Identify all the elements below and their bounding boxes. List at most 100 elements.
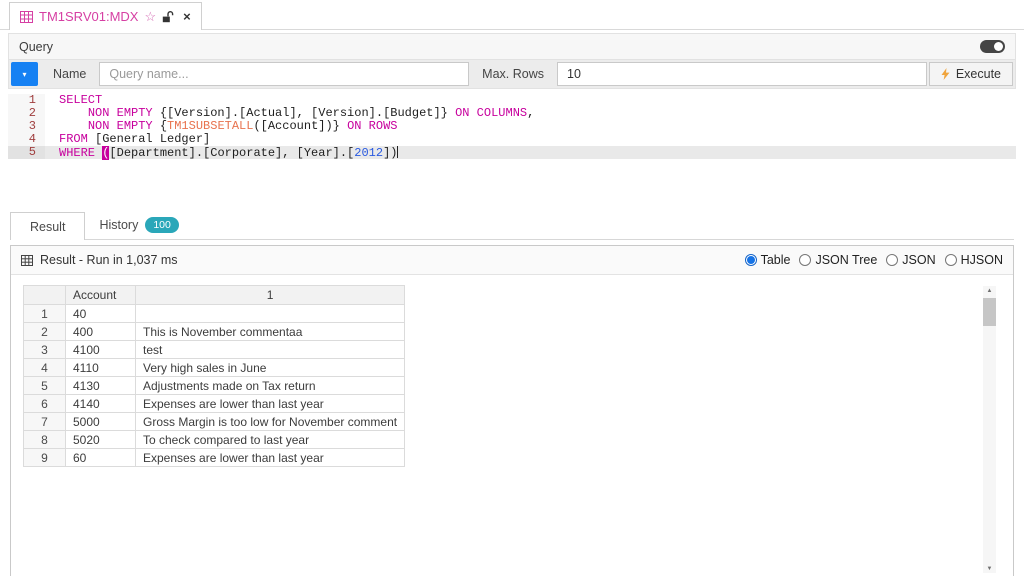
view-option-label: JSON — [902, 253, 935, 267]
row-number-cell: 9 — [24, 449, 66, 467]
code-token: TM1SUBSETALL — [167, 119, 253, 133]
scrollbar-thumb[interactable] — [983, 298, 996, 326]
table-row[interactable]: 960Expenses are lower than last year — [24, 449, 405, 467]
result-tab-bar: Result History 100 — [10, 211, 1014, 240]
close-icon[interactable]: × — [183, 9, 191, 24]
execute-button[interactable]: Execute — [929, 62, 1013, 86]
tab-result[interactable]: Result — [10, 212, 85, 240]
account-cell: 60 — [66, 449, 136, 467]
row-number-cell: 1 — [24, 305, 66, 323]
table-row[interactable]: 2400This is November commentaa — [24, 323, 405, 341]
result-table-head: Account1 — [24, 286, 405, 305]
comment-cell: Expenses are lower than last year — [136, 449, 405, 467]
column-header — [24, 286, 66, 305]
account-cell: 4100 — [66, 341, 136, 359]
query-section-header: Query — [8, 33, 1016, 60]
comment-cell: To check compared to last year — [136, 431, 405, 449]
radio-icon — [799, 254, 811, 266]
account-cell: 5020 — [66, 431, 136, 449]
code-token: ([Account])} — [253, 119, 347, 133]
scroll-down-icon[interactable]: ▼ — [983, 564, 996, 573]
view-option-label: JSON Tree — [815, 253, 877, 267]
view-option-label: Table — [761, 253, 791, 267]
code-token: WHERE — [59, 146, 95, 160]
code-token: ON ROWS — [347, 119, 397, 133]
code-token: {[Version].[Actual], [Version].[Budget]} — [153, 106, 455, 120]
table-row[interactable]: 75000Gross Margin is too low for Novembe… — [24, 413, 405, 431]
line-number: 1 — [8, 94, 45, 107]
comment-cell: Adjustments made on Tax return — [136, 377, 405, 395]
comment-cell: Expenses are lower than last year — [136, 395, 405, 413]
comment-cell: Very high sales in June — [136, 359, 405, 377]
table-row[interactable]: 44110Very high sales in June — [24, 359, 405, 377]
code-token: NON EMPTY — [88, 106, 153, 120]
radio-icon — [886, 254, 898, 266]
account-cell: 4130 — [66, 377, 136, 395]
code-token: ]) — [383, 146, 397, 160]
column-header: 1 — [136, 286, 405, 305]
line-number: 2 — [8, 107, 45, 120]
column-header: Account — [66, 286, 136, 305]
code-token: , — [527, 106, 534, 120]
view-option-json-tree[interactable]: JSON Tree — [799, 253, 877, 267]
tab-title: TM1SRV01:MDX — [39, 9, 138, 24]
vertical-scrollbar[interactable]: ▲ ▼ — [983, 286, 996, 573]
radio-icon — [945, 254, 957, 266]
row-number-cell: 8 — [24, 431, 66, 449]
chevron-down-icon: ▾ — [22, 70, 26, 79]
table-grid-icon — [21, 255, 33, 266]
code-token: [Department].[Corporate], [Year].[ — [109, 146, 354, 160]
result-panel-header: Result - Run in 1,037 ms Table JSON Tree J… — [11, 246, 1013, 275]
query-section-title: Query — [19, 40, 53, 54]
result-table: Account1 1402400This is November comment… — [23, 285, 405, 467]
code-token: [General Ledger] — [88, 132, 210, 146]
line-number: 5 — [8, 146, 45, 159]
result-run-time: Result - Run in 1,037 ms — [40, 253, 178, 267]
row-number-cell: 3 — [24, 341, 66, 359]
account-cell: 5000 — [66, 413, 136, 431]
tab-history-label: History — [99, 218, 138, 232]
line-number: 4 — [8, 133, 45, 146]
view-option-hjson[interactable]: HJSON — [945, 253, 1003, 267]
execute-button-label: Execute — [956, 67, 1001, 81]
code-line: 5WHERE ([Department].[Corporate], [Year]… — [8, 146, 1016, 159]
tab-history[interactable]: History 100 — [85, 211, 192, 239]
code-text: FROM [General Ledger] — [45, 133, 210, 146]
lightning-bolt-icon — [941, 68, 950, 80]
table-row[interactable]: 54130Adjustments made on Tax return — [24, 377, 405, 395]
comment-cell: This is November commentaa — [136, 323, 405, 341]
scroll-up-icon[interactable]: ▲ — [983, 286, 996, 295]
table-row[interactable]: 34100test — [24, 341, 405, 359]
code-token: NON EMPTY — [88, 119, 153, 133]
table-row[interactable]: 64140Expenses are lower than last year — [24, 395, 405, 413]
radio-icon — [745, 254, 757, 266]
tab-result-label: Result — [30, 220, 65, 234]
table-grid-icon — [20, 11, 33, 23]
code-token: FROM — [59, 132, 88, 146]
favorite-star-icon[interactable]: ☆ — [144, 9, 156, 25]
table-row[interactable]: 85020To check compared to last year — [24, 431, 405, 449]
document-tab[interactable]: TM1SRV01:MDX ☆ × — [9, 2, 202, 30]
code-token — [59, 119, 88, 133]
row-number-cell: 2 — [24, 323, 66, 341]
code-token — [59, 106, 88, 120]
query-panel-toggle[interactable] — [980, 40, 1005, 53]
query-options-dropdown-button[interactable]: ▾ — [11, 62, 38, 86]
table-row[interactable]: 140 — [24, 305, 405, 323]
view-option-json[interactable]: JSON — [886, 253, 935, 267]
result-table-body: 1402400This is November commentaa34100te… — [24, 305, 405, 467]
code-token: ON COLUMNS — [455, 106, 527, 120]
document-tab-bar: TM1SRV01:MDX ☆ × — [0, 0, 1024, 30]
view-option-table[interactable]: Table — [745, 253, 791, 267]
account-cell: 4140 — [66, 395, 136, 413]
mdx-code-editor[interactable]: 1SELECT2 NON EMPTY {[Version].[Actual], … — [0, 89, 1024, 201]
code-text: WHERE ([Department].[Corporate], [Year].… — [45, 146, 398, 159]
query-toolbar: ▾ Name Max. Rows Execute — [8, 60, 1016, 89]
name-label: Name — [40, 62, 99, 86]
comment-cell: test — [136, 341, 405, 359]
max-rows-input[interactable] — [557, 62, 927, 86]
query-name-input[interactable] — [99, 62, 469, 86]
code-token: 2012 — [354, 146, 383, 160]
unlock-icon[interactable] — [162, 11, 174, 23]
code-line: 4FROM [General Ledger] — [8, 133, 1016, 146]
